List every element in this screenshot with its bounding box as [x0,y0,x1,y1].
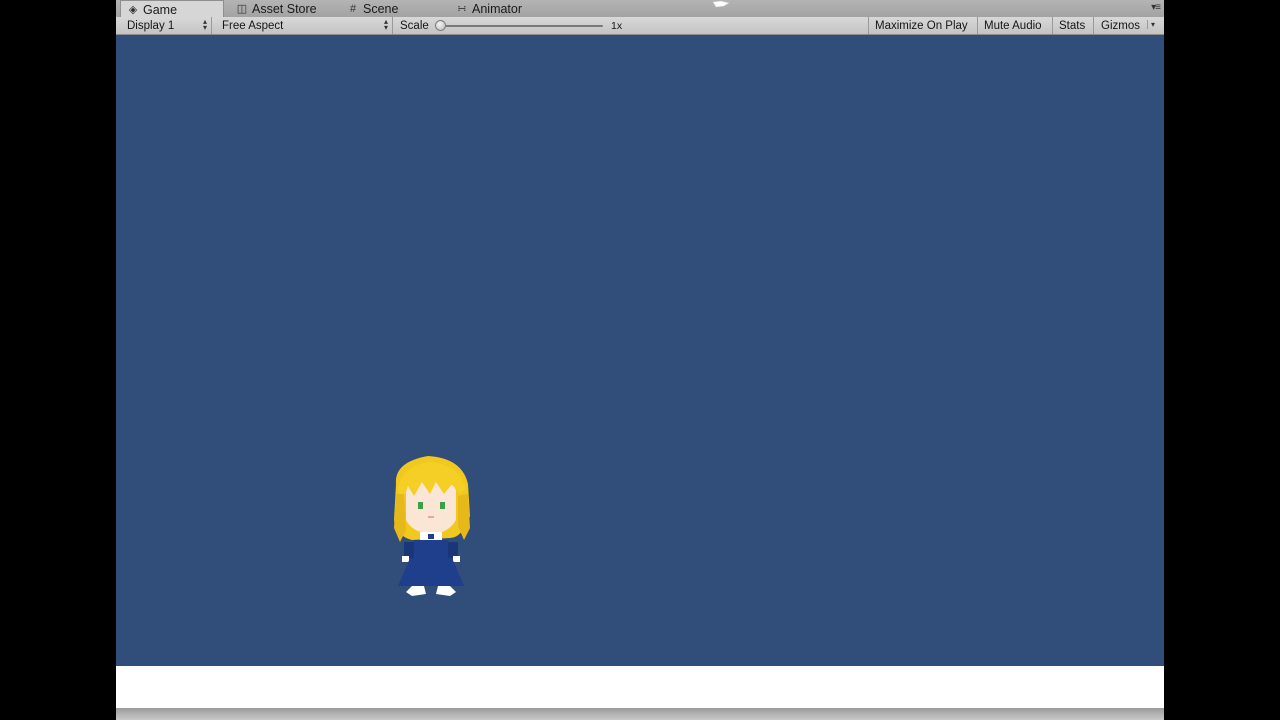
window-bottom-edge [116,708,1164,720]
tab-scene-label: Scene [363,1,399,16]
stats-toggle[interactable]: Stats [1053,17,1094,34]
scale-label-text: Scale [400,19,429,32]
gizmos-label: Gizmos [1101,19,1140,32]
unity-editor-window: ◈ Game ◫ Asset Store # Scene ∺ Animator … [116,0,1164,720]
mute-audio-label: Mute Audio [984,19,1042,32]
dress-skirt [398,558,464,586]
aspect-dropdown-label: Free Aspect [222,19,284,32]
display-dropdown-label: Display 1 [127,19,175,32]
hand-right [453,556,460,562]
maximize-on-play-label: Maximize On Play [875,19,968,32]
tab-animator-label: Animator [472,1,523,16]
foot-left [406,586,426,596]
foot-right [436,586,456,596]
dropdown-arrow-icon: ▾ [1146,20,1155,29]
scale-value-text: 1x [611,19,623,32]
display-dropdown[interactable]: Display 1 ▴ ▾ [120,17,212,34]
updown-arrows-icon: ▴ ▾ [202,17,207,32]
scale-value: 1x [611,17,635,34]
tab-options-menu-icon[interactable]: ▾≡ [1151,2,1161,13]
aspect-dropdown[interactable]: Free Aspect ▴ ▾ [216,17,393,34]
animator-nodes-icon: ∺ [457,3,467,15]
game-controller-icon: ◈ [128,4,138,16]
stats-label: Stats [1059,19,1086,32]
arm-right [448,542,458,558]
tab-game[interactable]: ◈ Game [120,0,224,18]
scale-slider-track[interactable] [441,25,603,27]
mouth [428,516,434,518]
mouse-cursor-icon [712,0,730,8]
dress-top [412,540,450,560]
tab-asset-store-label: Asset Store [252,1,317,16]
ground-platform [116,666,1164,708]
game-view-toolbar: Display 1 ▴ ▾ Free Aspect ▴ ▾ Scale 1x Max… [116,17,1164,35]
tab-animator[interactable]: ∺ Animator [450,0,570,17]
shopping-bag-icon: ◫ [236,3,248,15]
grid-icon: # [349,2,357,15]
scale-label: Scale [400,17,436,34]
scale-slider-thumb[interactable] [435,20,446,31]
maximize-on-play-toggle[interactable]: Maximize On Play [868,17,978,34]
game-view-canvas[interactable] [116,35,1164,666]
tab-scene[interactable]: # Scene [341,0,445,17]
eye-right [440,502,445,509]
arm-left [404,542,414,558]
gizmos-dropdown[interactable]: Gizmos ▾ [1094,17,1160,34]
eye-left [418,502,423,509]
tab-game-label: Game [143,2,178,17]
tab-asset-store[interactable]: ◫ Asset Store [230,0,334,17]
player-character-sprite [394,456,470,596]
updown-arrows-icon: ▴ ▾ [383,17,388,32]
hand-left [402,556,409,562]
mute-audio-toggle[interactable]: Mute Audio [978,17,1053,34]
ribbon [428,534,434,539]
tab-bar: ◈ Game ◫ Asset Store # Scene ∺ Animator … [116,0,1164,18]
